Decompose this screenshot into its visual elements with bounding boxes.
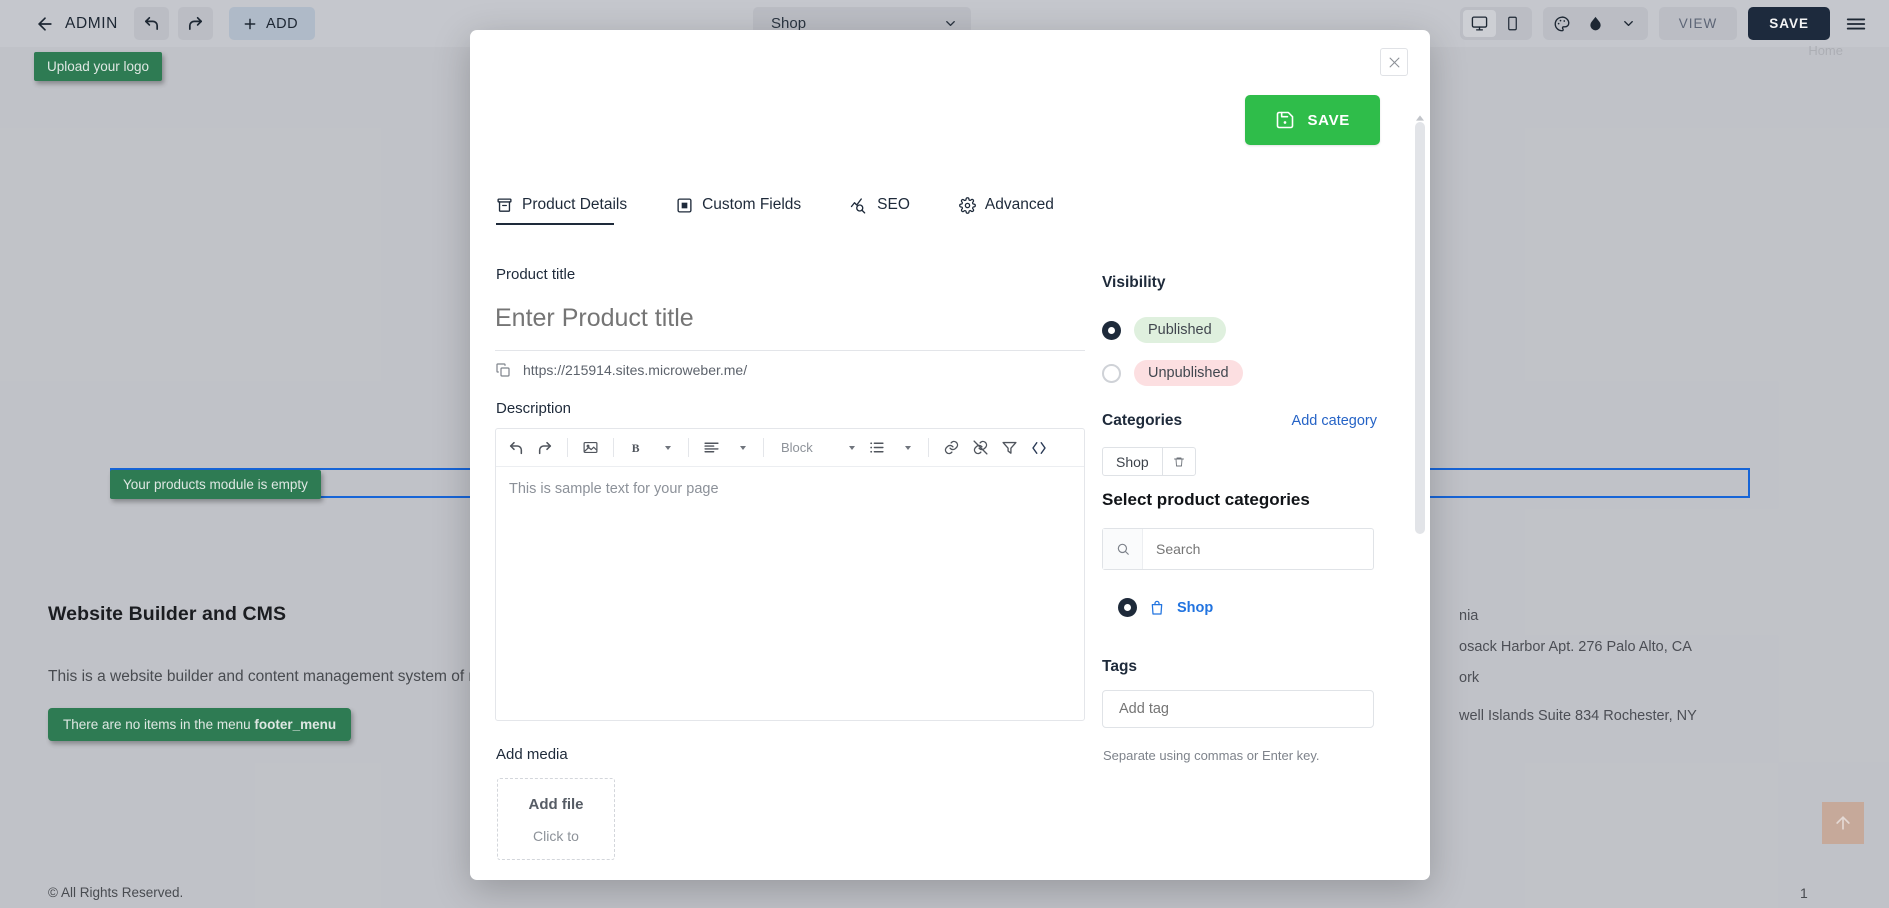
radio-published[interactable] bbox=[1102, 320, 1121, 340]
tab-seo[interactable]: SEO bbox=[826, 196, 935, 225]
svg-text:B: B bbox=[631, 442, 639, 455]
tab-advanced-label: Advanced bbox=[984, 196, 1054, 213]
product-title-input[interactable] bbox=[495, 296, 1085, 340]
add-media-label: Add media bbox=[496, 746, 568, 763]
category-search-box[interactable] bbox=[1102, 528, 1374, 570]
category-chip-label: Shop bbox=[1116, 453, 1149, 470]
add-file-subtitle: Click to bbox=[533, 828, 579, 844]
category-chip-shop[interactable]: Shop bbox=[1102, 447, 1196, 476]
modal-scrollbar[interactable] bbox=[1415, 108, 1425, 880]
tab-product-details[interactable]: Product Details bbox=[496, 196, 652, 225]
editor-divider bbox=[928, 438, 929, 457]
unpublished-badge: Unpublished bbox=[1134, 360, 1243, 386]
editor-code-icon[interactable] bbox=[1025, 434, 1052, 461]
shopping-bag-icon bbox=[1149, 600, 1165, 616]
categories-header: Categories Add category bbox=[1102, 412, 1377, 430]
tab-product-details-label: Product Details bbox=[522, 196, 628, 213]
modal-save-label: SAVE bbox=[1307, 111, 1350, 129]
description-editor-body[interactable]: This is sample text for your page bbox=[496, 467, 1084, 511]
editor-block-select[interactable]: Block bbox=[773, 434, 861, 461]
editor-divider bbox=[688, 438, 689, 457]
description-label: Description bbox=[496, 400, 572, 417]
editor-divider bbox=[613, 438, 614, 457]
editor-list-icon[interactable] bbox=[863, 434, 890, 461]
seo-chart-icon bbox=[850, 196, 868, 214]
product-url: https://215914.sites.microweber.me/ bbox=[523, 362, 748, 378]
floppy-save-icon bbox=[1277, 111, 1294, 129]
category-option-label: Shop bbox=[1177, 599, 1214, 616]
editor-list-dropdown[interactable] bbox=[892, 434, 919, 461]
editor-link-icon[interactable] bbox=[938, 434, 965, 461]
editor-block-select-value: Block bbox=[781, 440, 813, 455]
category-option-shop[interactable]: Shop bbox=[1118, 598, 1213, 617]
published-badge: Published bbox=[1134, 317, 1226, 343]
add-file-title: Add file bbox=[528, 796, 584, 813]
tab-advanced[interactable]: Advanced bbox=[935, 196, 1079, 225]
editor-undo-icon[interactable] bbox=[502, 434, 529, 461]
editor-toolbar: B Block bbox=[496, 429, 1084, 467]
tags-hint: Separate using commas or Enter key. bbox=[1103, 748, 1320, 763]
editor-bold-dropdown[interactable] bbox=[652, 434, 679, 461]
editor-divider bbox=[763, 438, 764, 457]
editor-clear-format-icon[interactable] bbox=[996, 434, 1023, 461]
copy-icon[interactable] bbox=[495, 362, 511, 378]
tag-input[interactable] bbox=[1102, 690, 1374, 728]
close-icon[interactable] bbox=[1380, 48, 1408, 76]
tab-custom-fields[interactable]: Custom Fields bbox=[652, 196, 826, 225]
chevron-down-icon bbox=[849, 445, 855, 450]
category-search-input[interactable] bbox=[1143, 529, 1373, 569]
visibility-option-unpublished[interactable]: Unpublished bbox=[1102, 360, 1377, 386]
categories-title: Categories bbox=[1102, 412, 1183, 429]
visibility-option-published[interactable]: Published bbox=[1102, 317, 1377, 343]
custom-fields-icon bbox=[676, 197, 693, 214]
modal-scrollbar-thumb[interactable] bbox=[1415, 122, 1425, 534]
editor-bold-icon[interactable]: B bbox=[623, 434, 650, 461]
search-icon bbox=[1103, 529, 1143, 569]
editor-redo-icon[interactable] bbox=[531, 434, 558, 461]
tab-seo-label: SEO bbox=[877, 196, 910, 213]
gear-icon bbox=[959, 196, 976, 214]
trash-icon[interactable] bbox=[1161, 448, 1195, 475]
radio-unpublished[interactable] bbox=[1102, 363, 1121, 383]
modal-save-button[interactable]: SAVE bbox=[1245, 95, 1380, 145]
tab-custom-fields-label: Custom Fields bbox=[702, 196, 802, 213]
add-file-dropzone[interactable]: Add file Click to bbox=[497, 778, 615, 860]
add-category-link[interactable]: Add category bbox=[1292, 413, 1377, 429]
description-editor: B Block This is sample text for your pag… bbox=[495, 428, 1085, 721]
tags-title: Tags bbox=[1102, 658, 1138, 675]
editor-divider bbox=[567, 438, 568, 457]
editor-align-dropdown[interactable] bbox=[727, 434, 754, 461]
select-categories-title: Select product categories bbox=[1102, 490, 1310, 509]
editor-unlink-icon[interactable] bbox=[967, 434, 994, 461]
visibility-options: Published Unpublished bbox=[1102, 300, 1377, 386]
visibility-title: Visibility bbox=[1102, 274, 1166, 291]
modal-tabs: Product Details Custom Fields SEO Advanc… bbox=[496, 196, 1079, 225]
editor-align-icon[interactable] bbox=[698, 434, 725, 461]
product-url-row[interactable]: https://215914.sites.microweber.me/ bbox=[495, 350, 1085, 378]
radio-category-shop[interactable] bbox=[1118, 598, 1137, 617]
product-title-label: Product title bbox=[496, 266, 576, 283]
scroll-up-arrow-icon[interactable] bbox=[1416, 108, 1424, 121]
archive-icon bbox=[496, 197, 513, 214]
editor-image-icon[interactable] bbox=[577, 434, 604, 461]
